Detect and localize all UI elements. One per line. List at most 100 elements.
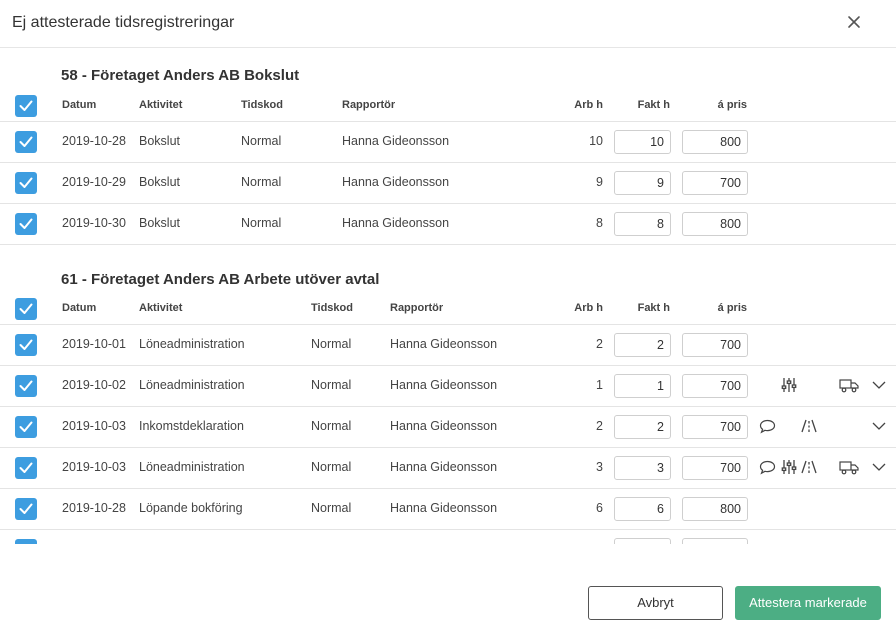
fakt-h-input[interactable]: 8 bbox=[614, 212, 671, 236]
a-pris-input[interactable]: 800 bbox=[682, 497, 748, 521]
table-row: 2019-10-28 Löpande bokföring Normal Hann… bbox=[0, 489, 896, 530]
cell-datum: 2019-10-02 bbox=[62, 378, 126, 392]
row-checkbox[interactable] bbox=[15, 172, 37, 194]
chevron-down-icon[interactable] bbox=[872, 379, 886, 393]
col-rapportor: Rapportör bbox=[390, 302, 444, 314]
col-a-pris: á pris bbox=[717, 302, 747, 314]
row-checkbox[interactable] bbox=[15, 416, 37, 438]
select-all-checkbox[interactable] bbox=[15, 298, 37, 320]
row-checkbox[interactable] bbox=[15, 498, 37, 520]
row-checkbox[interactable] bbox=[15, 375, 37, 397]
dialog-header: Ej attesterade tidsregistreringar bbox=[0, 0, 896, 48]
cell-tidskod: Normal bbox=[241, 175, 282, 189]
col-rapportor: Rapportör bbox=[342, 99, 396, 111]
a-pris-input[interactable]: 700 bbox=[682, 415, 748, 439]
a-pris-input[interactable]: 700 bbox=[682, 374, 748, 398]
dialog-body[interactable]: 58 - Företaget Anders AB Bokslut Datum A… bbox=[0, 49, 896, 544]
col-a-pris: á pris bbox=[717, 99, 747, 111]
cell-arb-h: 10 bbox=[589, 134, 603, 148]
table-row: 2019-10-03 Inkomstdeklaration Normal Han… bbox=[0, 407, 896, 448]
col-arb-h: Arb h bbox=[574, 99, 603, 111]
table-row: 2019-10-29 Bokslut Normal Hanna Gideonss… bbox=[0, 163, 896, 204]
road-icon[interactable] bbox=[800, 419, 818, 436]
cell-datum: 2019-10-29 bbox=[62, 175, 126, 189]
cell-tidskod: Normal bbox=[311, 378, 352, 392]
fakt-h-input[interactable]: 2 bbox=[614, 415, 671, 439]
cell-aktivitet: Löneadministration bbox=[139, 337, 245, 351]
cell-aktivitet: Löneadministration bbox=[139, 378, 245, 392]
cell-arb-h: 9 bbox=[596, 175, 603, 189]
cell-aktivitet: Bokslut bbox=[139, 134, 180, 148]
table-row: 2019-10-01 Löneadministration Normal Han… bbox=[0, 325, 896, 366]
col-tidskod: Tidskod bbox=[241, 99, 283, 111]
table-row: 2019-10-28 Bokslut Normal Hanna Gideonss… bbox=[0, 122, 896, 163]
cell-tidskod: Normal bbox=[241, 216, 282, 230]
cell-arb-h: 2 bbox=[596, 337, 603, 351]
col-fakt-h: Fakt h bbox=[637, 99, 670, 111]
col-aktivitet: Aktivitet bbox=[139, 99, 183, 111]
cell-aktivitet: Inkomstdeklaration bbox=[139, 419, 244, 433]
cell-aktivitet: Löneadministration bbox=[139, 460, 245, 474]
comment-icon[interactable] bbox=[759, 419, 776, 437]
fakt-h-input[interactable]: 2 bbox=[614, 333, 671, 357]
a-pris-input[interactable]: 700 bbox=[682, 333, 748, 357]
fakt-h-input[interactable]: 3 bbox=[614, 456, 671, 480]
fakt-h-input[interactable]: 1 bbox=[614, 374, 671, 398]
a-pris-input[interactable]: 800 bbox=[682, 212, 748, 236]
cell-arb-h: 8 bbox=[596, 216, 603, 230]
col-fakt-h: Fakt h bbox=[637, 302, 670, 314]
close-icon[interactable] bbox=[844, 12, 864, 32]
group-title: 61 - Företaget Anders AB Arbete utöver a… bbox=[61, 271, 380, 288]
cell-rapportor: Hanna Gideonsson bbox=[390, 419, 498, 433]
comment-icon[interactable] bbox=[759, 460, 776, 478]
cell-tidskod: Normal bbox=[241, 134, 282, 148]
row-checkbox[interactable] bbox=[15, 213, 37, 235]
a-pris-input[interactable]: 700 bbox=[682, 171, 748, 195]
cell-datum: 2019-10-30 bbox=[62, 216, 126, 230]
fakt-h-input[interactable]: 6 bbox=[614, 497, 671, 521]
approve-selected-button[interactable]: Attestera markerade bbox=[735, 586, 881, 620]
cell-tidskod: Normal bbox=[311, 419, 352, 433]
cell-aktivitet: Bokslut bbox=[139, 175, 180, 189]
cell-arb-h: 2 bbox=[596, 419, 603, 433]
cell-datum: 2019-10-28 bbox=[62, 501, 126, 515]
cell-datum: 2019-10-03 bbox=[62, 460, 126, 474]
a-pris-input[interactable]: 700 bbox=[682, 456, 748, 480]
table-header: Datum Aktivitet Tidskod Rapportör Arb h … bbox=[0, 293, 896, 325]
col-datum: Datum bbox=[62, 99, 97, 111]
cell-aktivitet: Bokslut bbox=[139, 216, 180, 230]
cancel-button[interactable]: Avbryt bbox=[588, 586, 723, 620]
road-icon[interactable] bbox=[800, 460, 818, 477]
cell-rapportor: Hanna Gideonsson bbox=[390, 337, 498, 351]
col-aktivitet: Aktivitet bbox=[139, 302, 183, 314]
fakt-h-input[interactable]: 9 bbox=[614, 171, 671, 195]
cell-tidskod: Normal bbox=[311, 460, 352, 474]
row-checkbox[interactable] bbox=[15, 131, 37, 153]
cell-rapportor: Hanna Gideonsson bbox=[342, 216, 450, 230]
truck-icon[interactable] bbox=[839, 460, 859, 478]
sliders-icon[interactable] bbox=[781, 377, 797, 396]
dialog-footer: Avbryt Attestera markerade bbox=[0, 544, 896, 629]
cell-tidskod: Normal bbox=[311, 337, 352, 351]
select-all-checkbox[interactable] bbox=[15, 95, 37, 117]
cell-datum: 2019-10-28 bbox=[62, 134, 126, 148]
table-row bbox=[0, 530, 896, 544]
row-checkbox[interactable] bbox=[15, 457, 37, 479]
chevron-down-icon[interactable] bbox=[872, 420, 886, 434]
truck-icon[interactable] bbox=[839, 378, 859, 396]
cell-rapportor: Hanna Gideonsson bbox=[390, 460, 498, 474]
table-row: 2019-10-02 Löneadministration Normal Han… bbox=[0, 366, 896, 407]
cell-tidskod: Normal bbox=[311, 501, 352, 515]
row-checkbox[interactable] bbox=[15, 334, 37, 356]
dialog-title: Ej attesterade tidsregistreringar bbox=[12, 14, 235, 31]
fakt-h-input[interactable]: 10 bbox=[614, 130, 671, 154]
col-arb-h: Arb h bbox=[574, 302, 603, 314]
a-pris-input[interactable]: 800 bbox=[682, 130, 748, 154]
cell-arb-h: 6 bbox=[596, 501, 603, 515]
cell-rapportor: Hanna Gideonsson bbox=[390, 378, 498, 392]
chevron-down-icon[interactable] bbox=[872, 461, 886, 475]
sliders-icon[interactable] bbox=[781, 459, 797, 478]
cell-datum: 2019-10-01 bbox=[62, 337, 126, 351]
col-datum: Datum bbox=[62, 302, 97, 314]
cell-aktivitet: Löpande bokföring bbox=[139, 501, 243, 515]
